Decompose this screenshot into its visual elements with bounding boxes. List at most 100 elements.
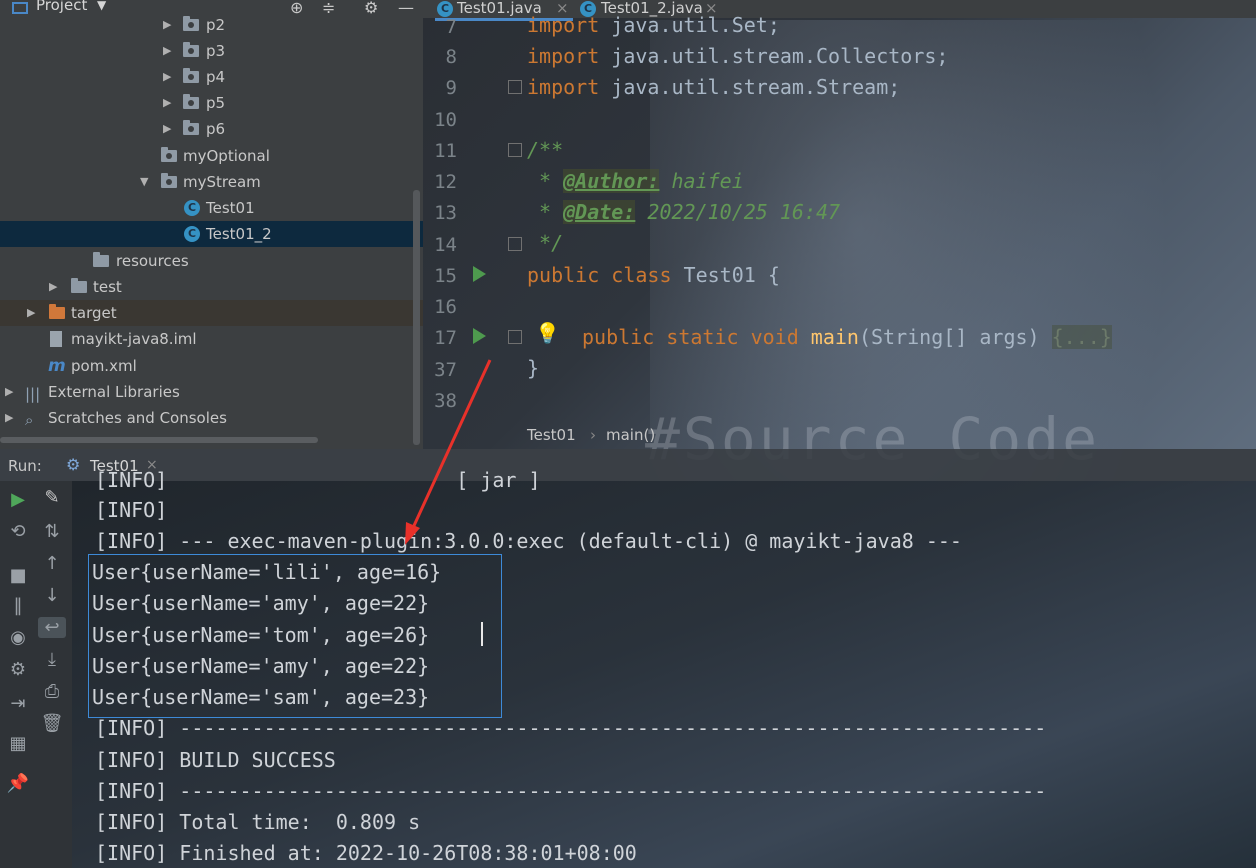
console-line: [INFO] ---------------------------------… bbox=[95, 779, 1047, 803]
output-highlight-box bbox=[88, 554, 502, 718]
camera-icon[interactable]: ◉ bbox=[4, 627, 32, 648]
tree-item-pom[interactable]: m pom.xml bbox=[0, 353, 423, 379]
tree-item-p4[interactable]: ▶ p4 bbox=[0, 64, 423, 90]
package-icon bbox=[161, 147, 177, 162]
tree-item-label: p2 bbox=[206, 16, 226, 34]
tree-item-label: resources bbox=[116, 252, 189, 270]
expand-arrow-icon[interactable]: ▶ bbox=[163, 38, 171, 64]
line-number: 11 bbox=[434, 140, 457, 162]
package-icon bbox=[183, 16, 199, 31]
expand-arrow-icon[interactable]: ▶ bbox=[163, 90, 171, 116]
code-line-7[interactable]: import java.util.Set; bbox=[527, 13, 780, 37]
breadcrumb-class[interactable]: Test01 bbox=[527, 426, 576, 444]
libraries-icon: ||| bbox=[25, 385, 41, 403]
tree-item-test01[interactable]: C Test01 bbox=[0, 195, 423, 221]
tree-item-scratches[interactable]: ▶ ⌕ Scratches and Consoles bbox=[0, 405, 423, 431]
trash-icon[interactable]: 🗑 bbox=[38, 713, 66, 734]
up-arrow-icon[interactable]: ↑ bbox=[38, 553, 66, 574]
tree-item-myoptional[interactable]: myOptional bbox=[0, 143, 423, 169]
scroll-to-end-icon[interactable]: ⤓ bbox=[38, 649, 66, 670]
collapse-arrow-icon[interactable]: ▼ bbox=[140, 169, 148, 195]
code-line-8[interactable]: import java.util.stream.Collectors; bbox=[527, 44, 948, 68]
expand-arrow-icon[interactable]: ▶ bbox=[27, 300, 35, 326]
tree-item-p6[interactable]: ▶ p6 bbox=[0, 116, 423, 142]
line-number: 10 bbox=[434, 109, 457, 131]
debug-icon[interactable]: ⟲ bbox=[4, 521, 32, 542]
file-icon bbox=[50, 331, 62, 347]
excluded-folder-icon bbox=[49, 304, 65, 319]
stop-icon[interactable]: ■ bbox=[4, 565, 32, 586]
console-line: [INFO] BUILD SUCCESS bbox=[95, 748, 336, 772]
expand-arrow-icon[interactable]: ▶ bbox=[49, 274, 57, 300]
package-icon bbox=[183, 42, 199, 57]
tree-item-p5[interactable]: ▶ p5 bbox=[0, 90, 423, 116]
tree-item-mystream[interactable]: ▼ myStream bbox=[0, 169, 423, 195]
line-number: 13 bbox=[434, 202, 457, 224]
line-number: 37 bbox=[434, 359, 457, 381]
run-main-icon[interactable] bbox=[473, 328, 486, 344]
rerun-icon[interactable]: ▶ bbox=[4, 489, 32, 510]
code-line-15[interactable]: public class Test01 { bbox=[527, 263, 780, 287]
tree-item-external-libraries[interactable]: ▶ ||| External Libraries bbox=[0, 379, 423, 405]
code-line-13[interactable]: * @Date: 2022/10/25 16:47 bbox=[527, 200, 840, 224]
fold-marker-icon[interactable] bbox=[508, 237, 522, 251]
resources-folder-icon bbox=[93, 252, 109, 267]
tree-item-label: mayikt-java8.iml bbox=[71, 330, 197, 348]
tree-item-label: p5 bbox=[206, 94, 226, 112]
settings-icon[interactable]: ⚙ bbox=[4, 659, 32, 680]
chevron-right-icon: › bbox=[590, 426, 596, 444]
console-line: [INFO] --- exec-maven-plugin:3.0.0:exec … bbox=[95, 529, 962, 553]
code-line-11[interactable]: /** bbox=[527, 138, 563, 162]
tree-item-label: p3 bbox=[206, 42, 226, 60]
tree-item-label: target bbox=[71, 304, 117, 322]
tree-item-label: pom.xml bbox=[71, 357, 137, 375]
run-class-icon[interactable] bbox=[473, 266, 486, 282]
horizontal-scrollbar[interactable] bbox=[0, 437, 318, 443]
tree-item-label: External Libraries bbox=[48, 383, 180, 401]
package-icon bbox=[161, 173, 177, 188]
console-line: [INFO] bbox=[95, 498, 168, 522]
fold-marker-icon[interactable] bbox=[508, 143, 522, 157]
line-number: 7 bbox=[445, 16, 457, 38]
tree-item-label: test bbox=[93, 278, 122, 296]
soft-wrap-icon[interactable]: ↩ bbox=[38, 617, 66, 638]
code-line-14[interactable]: */ bbox=[527, 231, 563, 255]
package-icon bbox=[183, 94, 199, 109]
exit-icon[interactable]: ⇥ bbox=[4, 693, 32, 714]
expand-arrow-icon[interactable]: ▶ bbox=[5, 405, 13, 431]
tree-item-target[interactable]: ▶ target bbox=[0, 300, 423, 326]
folder-icon bbox=[71, 278, 87, 293]
tree-item-p3[interactable]: ▶ p3 bbox=[0, 38, 423, 64]
layout-icon[interactable]: ▦ bbox=[4, 733, 32, 754]
expand-arrow-icon[interactable]: ▶ bbox=[5, 379, 13, 405]
console-line: [INFO] Finished at: 2022-10-26T08:38:01+… bbox=[95, 841, 637, 865]
run-label: Run: bbox=[8, 457, 42, 475]
tree-item-resources[interactable]: resources bbox=[0, 248, 423, 274]
pin-icon[interactable]: 📌 bbox=[4, 773, 32, 794]
down-arrow-icon[interactable]: ↓ bbox=[38, 585, 66, 606]
code-line-12[interactable]: * @Author: haifei bbox=[527, 169, 744, 193]
code-line-9[interactable]: import java.util.stream.Stream; bbox=[527, 75, 900, 99]
fold-marker-icon[interactable] bbox=[508, 80, 522, 94]
run-toolbar: ▶ ✎ ⟲ ⇅ ↑ ■ ↓ ‖ ↩ ◉ ⤓ ⚙ ⎙ ⇥ 🗑 ▦ 📌 bbox=[0, 481, 72, 868]
java-class-icon: C bbox=[184, 226, 200, 242]
expand-arrow-icon[interactable]: ▶ bbox=[163, 64, 171, 90]
tree-item-test[interactable]: ▶ test bbox=[0, 274, 423, 300]
chevron-down-icon[interactable]: ▼ bbox=[97, 0, 106, 12]
tree-item-iml[interactable]: mayikt-java8.iml bbox=[0, 326, 423, 352]
sort-icon[interactable]: ⇅ bbox=[38, 521, 66, 542]
code-line-37[interactable]: } bbox=[527, 356, 539, 380]
expand-arrow-icon[interactable]: ▶ bbox=[163, 116, 171, 142]
tree-item-p2[interactable]: ▶ p2 bbox=[0, 12, 423, 38]
vertical-scrollbar[interactable] bbox=[413, 190, 420, 445]
code-line-17[interactable]: public static void main(String[] args) {… bbox=[582, 325, 1112, 349]
package-icon bbox=[183, 68, 199, 83]
lightbulb-icon[interactable]: 💡 bbox=[535, 321, 560, 345]
tree-item-test01-2[interactable]: C Test01_2 bbox=[0, 221, 423, 247]
pause-icon[interactable]: ‖ bbox=[4, 595, 32, 616]
expand-arrow-icon[interactable]: ▶ bbox=[163, 12, 171, 38]
edit-config-icon[interactable]: ✎ bbox=[38, 487, 66, 508]
breadcrumb-method[interactable]: main() bbox=[606, 426, 655, 444]
print-icon[interactable]: ⎙ bbox=[38, 681, 66, 702]
expand-fold-icon[interactable] bbox=[508, 330, 522, 344]
